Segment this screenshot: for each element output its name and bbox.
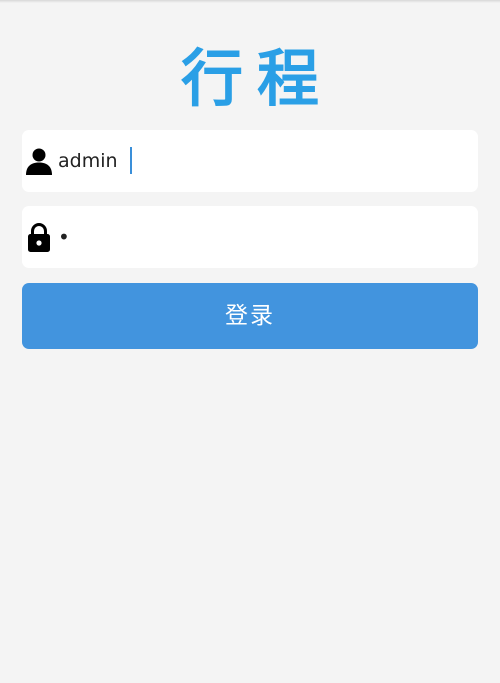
- app-logo: 行程: [180, 42, 333, 115]
- username-field[interactable]: [22, 130, 478, 192]
- login-button[interactable]: 登录: [22, 283, 478, 349]
- password-field[interactable]: [22, 206, 478, 268]
- password-input[interactable]: [56, 217, 478, 257]
- lock-icon: [26, 222, 52, 252]
- username-input[interactable]: [56, 141, 478, 181]
- user-icon: [26, 146, 52, 176]
- status-bar-shadow: [0, 0, 500, 3]
- text-caret: [130, 147, 132, 174]
